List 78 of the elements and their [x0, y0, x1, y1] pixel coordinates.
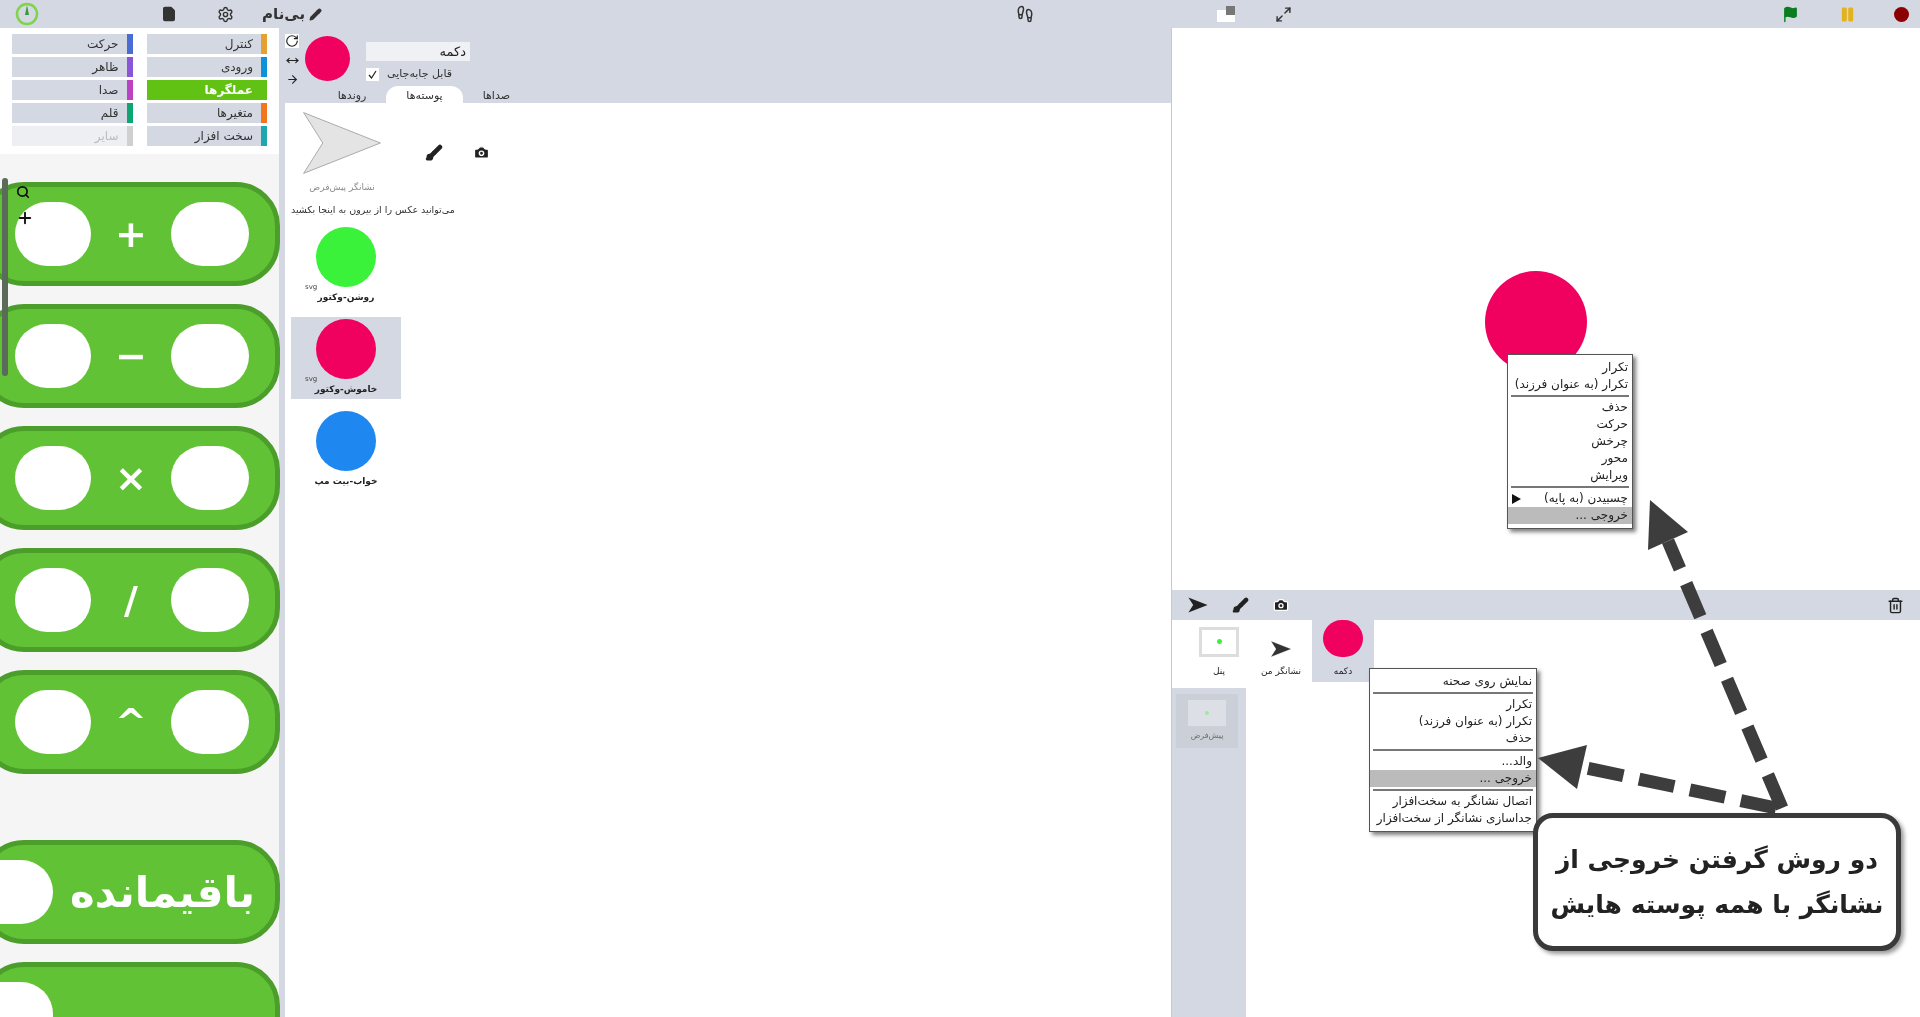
menu-item[interactable]: حرکت	[1508, 416, 1632, 433]
sprite-name: نشانگر من	[1260, 664, 1302, 678]
menu-item[interactable]: تکرار	[1508, 359, 1632, 376]
menu-item[interactable]: اتصال نشانگر به سخت‌افزار	[1370, 793, 1536, 810]
operator-label: /	[123, 576, 139, 624]
costume-name: خواب-بیت مپ	[314, 475, 378, 489]
category-button[interactable]: حرکت	[12, 34, 133, 54]
menu-item[interactable]: محور	[1508, 450, 1632, 467]
category-button[interactable]: قلم	[12, 103, 133, 123]
menu-item[interactable]: چسبیدن (به پایه)	[1508, 490, 1632, 507]
stop-icon[interactable]	[1894, 6, 1910, 22]
sprite-thumbnail	[1323, 620, 1363, 657]
search-icon[interactable]	[16, 185, 30, 199]
category-button[interactable]: متغیرها	[146, 103, 267, 123]
default-costume-arrow-icon	[302, 111, 382, 175]
checkmark-icon	[368, 69, 377, 79]
sprite-name-field[interactable]: دکمه	[366, 42, 470, 61]
menu-item[interactable]: چرخش	[1508, 433, 1632, 450]
operator-label: −	[114, 332, 148, 380]
operator-label: ^	[114, 698, 148, 746]
project-title[interactable]: بی‌نام	[262, 2, 323, 26]
trash-icon[interactable]	[1887, 596, 1904, 614]
category-button[interactable]: کنترل	[146, 34, 267, 54]
fullscreen-icon[interactable]	[1275, 5, 1293, 23]
menu-item[interactable]: والد...	[1370, 753, 1536, 770]
pencil-icon	[309, 7, 323, 21]
operator-label: باقیمانده	[69, 866, 256, 919]
drop-hint: می‌توانید عکس را از بیرون به اینجا بکشید	[291, 202, 455, 217]
draggable-label: قابل جابه‌جایی	[387, 66, 452, 82]
submenu-arrow-icon	[1512, 493, 1521, 504]
camera-icon[interactable]	[1273, 597, 1289, 613]
costume-item[interactable]: خواب-بیت مپ	[291, 408, 401, 491]
rotate-icon[interactable]	[285, 34, 299, 48]
turtle-arrow-icon	[1270, 640, 1292, 657]
menu-item[interactable]: تکرار	[1370, 696, 1536, 713]
corral-sprite[interactable]: دکمه	[1312, 620, 1374, 682]
add-icon[interactable]	[16, 209, 34, 227]
flag-icon[interactable]	[1782, 5, 1800, 23]
sprite-name: دکمه	[1333, 664, 1353, 678]
turtle-arrow-icon[interactable]	[1188, 597, 1208, 613]
category-button[interactable]: سخت افزار	[146, 126, 267, 146]
paint-brush-icon[interactable]	[425, 143, 443, 162]
category-button[interactable]: ورودی	[146, 57, 267, 77]
draggable-checkbox[interactable]	[366, 67, 379, 81]
menu-item[interactable]: ویرایش	[1508, 467, 1632, 484]
default-costume-label[interactable]: نشانگر پیش‌فرض	[309, 181, 375, 195]
paint-brush-icon[interactable]	[1232, 596, 1249, 614]
menu-item[interactable]: حذف	[1370, 730, 1536, 747]
menu-item[interactable]: تکرار (به عنوان فرزند)	[1370, 713, 1536, 730]
logo-icon[interactable]	[15, 2, 39, 26]
tab[interactable]: روندها	[317, 86, 387, 106]
settings-icon[interactable]	[217, 5, 234, 23]
sprite-thumbnail	[305, 36, 350, 81]
scroll-bar[interactable]	[2, 178, 8, 376]
corral-sprite[interactable]: پنل	[1188, 620, 1250, 682]
scene-name: پیش‌فرض	[1190, 730, 1224, 742]
menu-item[interactable]: جداسازی نشانگر از سخت‌افزار	[1370, 810, 1536, 827]
file-icon[interactable]	[161, 6, 177, 22]
input-slot[interactable]	[15, 202, 91, 266]
stage-size-icon[interactable]	[1217, 6, 1236, 22]
sprite-name: پنل	[1213, 664, 1226, 678]
menu-item[interactable]: خروجی ...	[1508, 507, 1632, 524]
tab[interactable]: پوسته‌ها	[386, 86, 463, 106]
menu-item[interactable]: حذف	[1508, 399, 1632, 416]
operator-label: +	[114, 210, 148, 258]
category-button[interactable]: صدا	[12, 80, 133, 100]
callout-text: نشانگر با همه پوسته هایش	[1550, 889, 1884, 922]
menu-item[interactable]: خروجی ...	[1370, 770, 1536, 787]
category-button[interactable]: ظاهر	[12, 57, 133, 77]
footprints-icon[interactable]	[1016, 5, 1035, 23]
operator-label: ×	[114, 454, 148, 502]
costume-name: خاموش-وکتور	[314, 383, 378, 397]
corral-sprite[interactable]: نشانگر من	[1250, 620, 1312, 682]
menu-item[interactable]: تکرار (به عنوان فرزند)	[1508, 376, 1632, 393]
callout-text: دو روش گرفتن خروجی از	[1555, 843, 1879, 877]
costume-name: روشن-وکتور	[317, 291, 375, 305]
arrow-right-icon[interactable]	[285, 73, 299, 86]
tab[interactable]: صداها	[462, 86, 530, 106]
